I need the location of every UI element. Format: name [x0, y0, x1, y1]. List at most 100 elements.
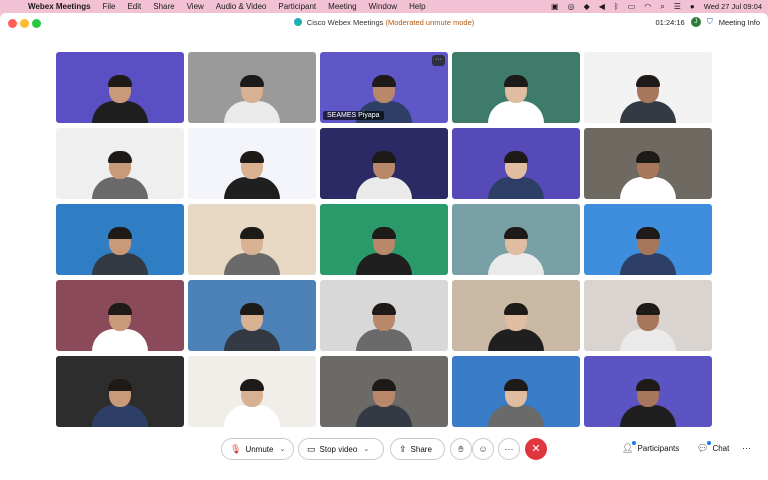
stop-video-button[interactable]: ▭ Stop video ⌄ [298, 438, 384, 460]
video-tile[interactable] [188, 52, 316, 123]
video-tile[interactable] [56, 204, 184, 275]
video-tile[interactable] [320, 128, 448, 199]
video-tile[interactable] [584, 280, 712, 351]
reactions-button[interactable]: ☺ [472, 438, 494, 460]
participant-video [618, 151, 678, 199]
participant-video [90, 379, 150, 427]
menu-item-edit[interactable]: Edit [121, 2, 147, 11]
stop-video-label: Stop video [319, 444, 358, 454]
more-options-button[interactable]: ⋯ [498, 438, 520, 460]
participant-video [618, 379, 678, 427]
hand-icon: ✋︎ [458, 444, 464, 454]
video-tile[interactable] [452, 52, 580, 123]
video-tile[interactable] [584, 52, 712, 123]
video-camera-icon: ▭ [307, 443, 316, 454]
bluetooth-icon[interactable]: ᛒ [614, 2, 619, 11]
video-tile[interactable] [56, 280, 184, 351]
participant-video [222, 303, 282, 351]
share-screen-icon: ⇪ [399, 443, 407, 454]
window-title: Cisco Webex Meetings (Moderated unmute m… [0, 18, 768, 27]
menu-item-app[interactable]: Webex Meetings [22, 2, 97, 11]
participant-video [618, 303, 678, 351]
participant-video [222, 379, 282, 427]
app-tray-icon[interactable]: ◎ [568, 2, 575, 11]
video-tile[interactable] [320, 356, 448, 427]
menu-item-meeting[interactable]: Meeting [322, 2, 362, 11]
avatar[interactable]: J [690, 17, 701, 27]
video-tile[interactable] [56, 52, 184, 123]
menu-bar: Webex Meetings File Edit Share View Audi… [0, 0, 768, 13]
search-icon[interactable]: ⌕ [660, 2, 664, 12]
participant-video [486, 151, 546, 199]
menu-item-participant[interactable]: Participant [272, 2, 322, 11]
menu-item-window[interactable]: Window [363, 2, 403, 11]
chat-button[interactable]: 💬︎ Chat [697, 441, 729, 454]
meeting-info-button[interactable]: Meeting Info [719, 18, 760, 27]
participant-video [90, 303, 150, 351]
participants-button[interactable]: 👤︎ Participants [622, 441, 680, 454]
participant-video [618, 75, 678, 123]
video-tile[interactable] [584, 356, 712, 427]
smiley-icon: ☺ [478, 444, 488, 454]
participant-video [222, 227, 282, 275]
webex-tray-icon[interactable]: ▣ [551, 2, 559, 11]
leave-meeting-button[interactable]: ✕ [525, 438, 547, 460]
meeting-timer: 01:24:16 [655, 17, 685, 27]
video-tile[interactable] [584, 128, 712, 199]
participants-label: Participants [637, 444, 680, 453]
participant-video [486, 227, 546, 275]
video-tile[interactable] [320, 280, 448, 351]
unmute-label: Unmute [245, 444, 274, 454]
video-tile[interactable] [452, 128, 580, 199]
chevron-down-icon[interactable]: ⌄ [363, 445, 369, 453]
share-button[interactable]: ⇪ Share [390, 438, 445, 460]
wifi-icon[interactable]: ◠ [644, 2, 651, 11]
tile-more-button[interactable]: ··· [432, 55, 445, 66]
video-tile[interactable] [188, 204, 316, 275]
participant-video [486, 379, 546, 427]
video-tile[interactable] [452, 280, 580, 351]
chevron-down-icon[interactable]: ⌄ [279, 445, 285, 453]
video-tile[interactable] [188, 280, 316, 351]
participant-video [354, 303, 414, 351]
video-tile[interactable] [584, 204, 712, 275]
video-tile[interactable] [56, 356, 184, 427]
siri-icon[interactable]: ● [690, 2, 695, 11]
chat-icon: 💬︎ [697, 441, 712, 454]
overflow-menu-button[interactable]: ⋯ [742, 443, 751, 454]
video-tile[interactable] [452, 356, 580, 427]
participant-video [354, 151, 414, 199]
video-grid: SEAMES Piyapa ··· [56, 52, 712, 427]
participant-video [222, 75, 282, 123]
raise-hand-button[interactable]: ✋︎ [450, 438, 472, 460]
video-tile[interactable] [188, 128, 316, 199]
menu-clock: Wed 27 Jul 09:04 [703, 2, 762, 11]
video-tile[interactable] [56, 128, 184, 199]
battery-icon[interactable]: ▭ [628, 2, 636, 11]
window-title-app: Cisco Webex Meetings [306, 18, 384, 27]
video-tile[interactable] [320, 204, 448, 275]
dropbox-icon[interactable]: ◆ [584, 2, 590, 11]
share-label: Share [410, 444, 432, 454]
menu-item-audio-video[interactable]: Audio & Video [210, 2, 273, 11]
window-title-mode: (Moderated unmute mode) [385, 18, 475, 27]
participant-video [354, 227, 414, 275]
unmute-button[interactable]: 🎙︎ Unmute ⌄ [221, 438, 294, 460]
participant-video [354, 379, 414, 427]
menu-item-help[interactable]: Help [403, 2, 431, 11]
participant-video [486, 75, 546, 123]
participant-video [90, 75, 150, 123]
shield-icon[interactable]: ⛉ [707, 17, 713, 27]
menu-item-share[interactable]: Share [147, 2, 180, 11]
title-bar: Cisco Webex Meetings (Moderated unmute m… [0, 13, 768, 35]
participant-video [90, 227, 150, 275]
menu-item-view[interactable]: View [181, 2, 210, 11]
control-center-icon[interactable]: ☰ [674, 2, 681, 11]
video-tile[interactable] [188, 356, 316, 427]
more-icon: ⋯ [742, 443, 751, 453]
volume-icon[interactable]: ◀ [599, 2, 605, 11]
video-tile[interactable]: SEAMES Piyapa ··· [320, 52, 448, 123]
participant-video [618, 227, 678, 275]
menu-item-file[interactable]: File [97, 2, 122, 11]
video-tile[interactable] [452, 204, 580, 275]
